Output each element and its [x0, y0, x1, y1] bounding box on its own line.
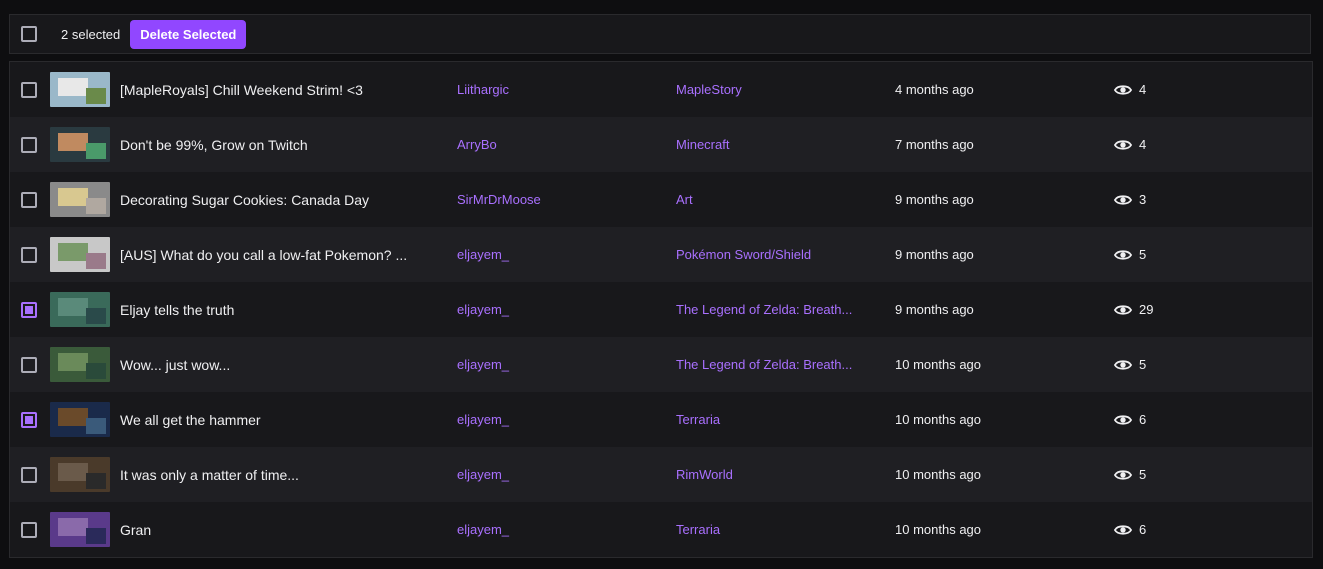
video-date: 7 months ago	[895, 137, 974, 152]
eye-icon	[1114, 524, 1132, 535]
channel-link[interactable]: eljayem_	[457, 227, 509, 282]
table-row[interactable]: Wow... just wow... eljayem_ The Legend of …	[10, 337, 1312, 392]
video-date: 10 months ago	[895, 412, 982, 427]
channel-link[interactable]: eljayem_	[457, 282, 509, 337]
eye-icon	[1114, 304, 1132, 315]
video-thumbnail[interactable]	[50, 127, 110, 162]
eye-icon	[1114, 194, 1132, 205]
view-count: 5	[1114, 447, 1146, 502]
video-date: 10 months ago	[895, 357, 982, 372]
select-all-checkbox[interactable]	[21, 26, 37, 42]
channel-link[interactable]: eljayem_	[457, 447, 509, 502]
view-count-value: 3	[1139, 192, 1147, 207]
table-row[interactable]: It was only a matter of time... eljayem_ R…	[10, 447, 1312, 502]
row-checkbox[interactable]	[21, 412, 37, 428]
row-checkbox[interactable]	[21, 137, 37, 153]
video-title: Decorating Sugar Cookies: Canada Day	[120, 191, 370, 208]
table-row[interactable]: Eljay tells the truth eljayem_ The Legend …	[10, 282, 1312, 337]
view-count: 5	[1114, 337, 1146, 392]
eye-icon	[1114, 249, 1132, 260]
video-thumbnail[interactable]	[50, 292, 110, 327]
game-link[interactable]: RimWorld	[676, 447, 871, 502]
view-count-value: 5	[1139, 247, 1147, 262]
table-row[interactable]: We all get the hammer eljayem_ Terraria 10 …	[10, 392, 1312, 447]
channel-link[interactable]: eljayem_	[457, 392, 509, 447]
video-title: It was only a matter of time...	[120, 466, 299, 483]
row-checkbox[interactable]	[21, 357, 37, 373]
view-count: 29	[1114, 282, 1153, 337]
row-checkbox[interactable]	[21, 467, 37, 483]
video-thumbnail[interactable]	[50, 182, 110, 217]
view-count-value: 5	[1139, 467, 1147, 482]
video-thumbnail[interactable]	[50, 72, 110, 107]
table-row[interactable]: Gran eljayem_ Terraria 10 months ago 6	[10, 502, 1312, 557]
view-count: 4	[1114, 62, 1146, 117]
view-count: 5	[1114, 227, 1146, 282]
bulk-action-toolbar: 2 selected Delete Selected	[9, 14, 1311, 54]
video-thumbnail[interactable]	[50, 457, 110, 492]
view-count-value: 6	[1139, 522, 1147, 537]
channel-link[interactable]: ArryBo	[457, 117, 497, 172]
game-link[interactable]: Terraria	[676, 502, 871, 557]
view-count: 6	[1114, 502, 1146, 557]
table-row[interactable]: Don't be 99%, Grow on Twitch ArryBo Minecr…	[10, 117, 1312, 172]
view-count-value: 5	[1139, 357, 1147, 372]
game-link[interactable]: MapleStory	[676, 62, 871, 117]
video-thumbnail[interactable]	[50, 347, 110, 382]
row-checkbox[interactable]	[21, 522, 37, 538]
row-checkbox[interactable]	[21, 82, 37, 98]
video-date: 4 months ago	[895, 82, 974, 97]
game-link[interactable]: Art	[676, 172, 871, 227]
game-link[interactable]: The Legend of Zelda: Breath...	[676, 282, 871, 337]
video-title: Wow... just wow...	[120, 356, 231, 373]
table-row[interactable]: [MapleRoyals] Chill Weekend Strim! <3 Lii…	[10, 62, 1312, 117]
video-title: [MapleRoyals] Chill Weekend Strim! <3	[120, 81, 363, 98]
game-link[interactable]: Minecraft	[676, 117, 871, 172]
eye-icon	[1114, 469, 1132, 480]
eye-icon	[1114, 414, 1132, 425]
video-title: We all get the hammer	[120, 411, 261, 428]
channel-link[interactable]: Liithargic	[457, 62, 509, 117]
channel-link[interactable]: SirMrDrMoose	[457, 172, 541, 227]
row-checkbox[interactable]	[21, 247, 37, 263]
video-thumbnail[interactable]	[50, 402, 110, 437]
table-row[interactable]: Decorating Sugar Cookies: Canada Day SirM…	[10, 172, 1312, 227]
video-title: Gran	[120, 521, 152, 538]
video-date: 9 months ago	[895, 302, 974, 317]
view-count: 6	[1114, 392, 1146, 447]
eye-icon	[1114, 139, 1132, 150]
video-title: [AUS] What do you call a low-fat Pokemon…	[120, 246, 408, 263]
video-title: Eljay tells the truth	[120, 301, 235, 318]
eye-icon	[1114, 84, 1132, 95]
channel-link[interactable]: eljayem_	[457, 502, 509, 557]
view-count-value: 6	[1139, 412, 1147, 427]
video-date: 10 months ago	[895, 522, 982, 537]
game-link[interactable]: Pokémon Sword/Shield	[676, 227, 871, 282]
selected-count: 2 selected	[61, 26, 121, 42]
view-count-value: 29	[1139, 302, 1154, 317]
view-count: 4	[1114, 117, 1146, 172]
view-count-value: 4	[1139, 82, 1147, 97]
video-thumbnail[interactable]	[50, 512, 110, 547]
channel-link[interactable]: eljayem_	[457, 337, 509, 392]
game-link[interactable]: The Legend of Zelda: Breath...	[676, 337, 871, 392]
video-date: 9 months ago	[895, 192, 974, 207]
game-link[interactable]: Terraria	[676, 392, 871, 447]
row-checkbox[interactable]	[21, 192, 37, 208]
view-count: 3	[1114, 172, 1146, 227]
video-title: Don't be 99%, Grow on Twitch	[120, 136, 308, 153]
table-row[interactable]: [AUS] What do you call a low-fat Pokemon…	[10, 227, 1312, 282]
eye-icon	[1114, 359, 1132, 370]
row-checkbox[interactable]	[21, 302, 37, 318]
view-count-value: 4	[1139, 137, 1147, 152]
video-date: 9 months ago	[895, 247, 974, 262]
delete-selected-button[interactable]: Delete Selected	[130, 19, 247, 49]
video-table: [MapleRoyals] Chill Weekend Strim! <3 Lii…	[9, 61, 1313, 558]
video-thumbnail[interactable]	[50, 237, 110, 272]
video-date: 10 months ago	[895, 467, 982, 482]
